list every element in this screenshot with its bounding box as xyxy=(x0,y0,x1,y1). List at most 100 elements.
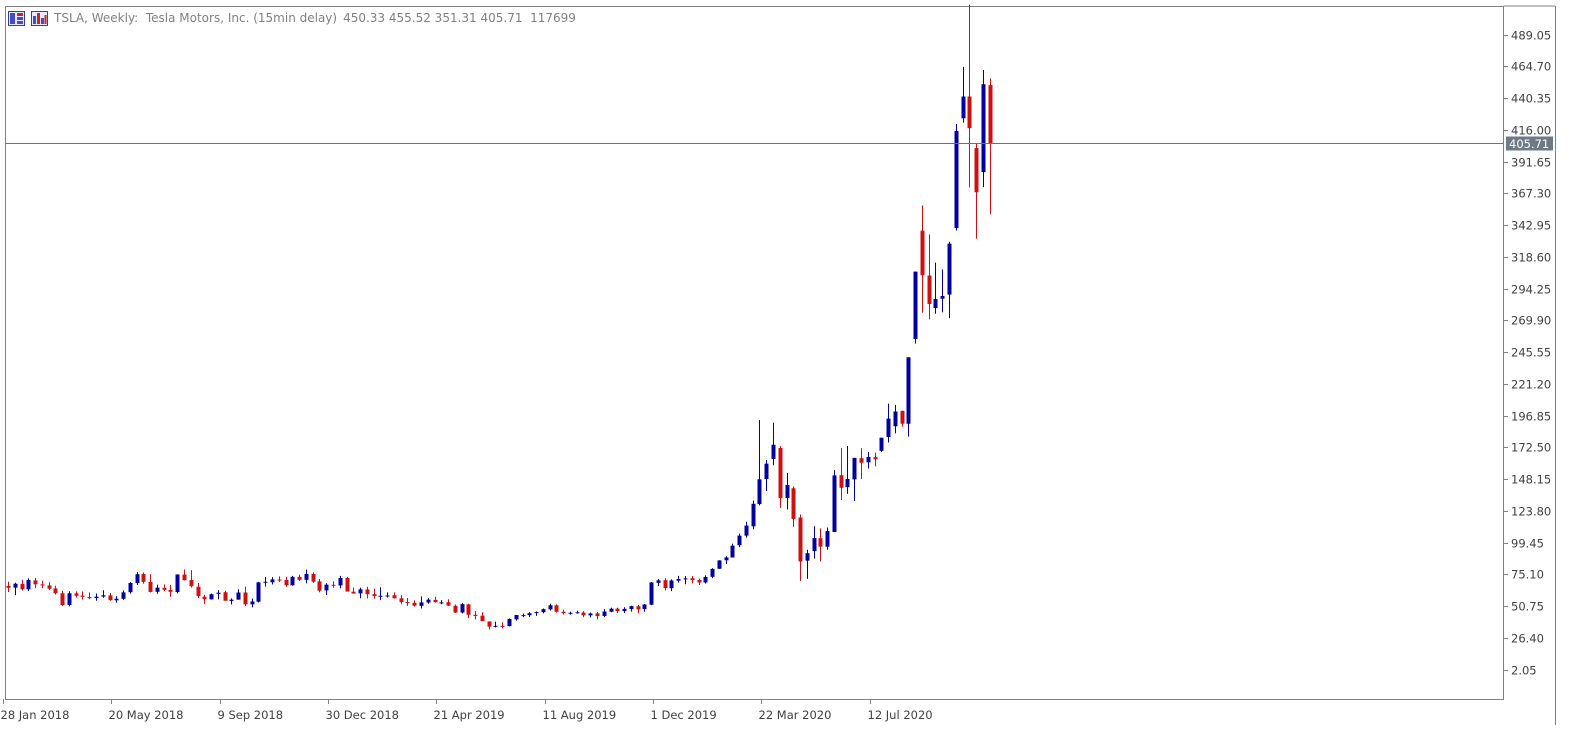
candle-body xyxy=(988,85,993,144)
candle xyxy=(229,598,234,605)
candle xyxy=(778,446,783,508)
candle xyxy=(575,610,580,614)
candle xyxy=(730,543,735,558)
candle-body xyxy=(615,608,620,612)
candle xyxy=(270,577,275,585)
indicators-icon[interactable] xyxy=(31,10,48,26)
candle xyxy=(947,241,952,319)
candle-body xyxy=(778,448,783,499)
candle-body xyxy=(121,592,126,599)
candle-body xyxy=(26,579,31,590)
candle-body xyxy=(209,594,214,600)
candle xyxy=(771,422,776,466)
candle xyxy=(189,570,194,588)
candle xyxy=(128,582,133,594)
candle xyxy=(13,582,18,596)
candle xyxy=(873,452,878,467)
chart-symbol-title: TSLA, Weekly: Tesla Motors, Inc. (15min … xyxy=(54,11,338,25)
chart-window[interactable]: 489.05 464.70 440.35 416.00 391.65 367.30 342.… xyxy=(0,0,1580,732)
candle xyxy=(33,578,38,589)
candle xyxy=(845,446,850,494)
time-tick-label: 28 Jan 2018 xyxy=(1,708,70,722)
candle xyxy=(121,590,126,600)
candle xyxy=(148,574,153,593)
price-tick-label: 148.15 xyxy=(1511,473,1551,487)
candle-body xyxy=(216,592,221,594)
candle-body xyxy=(446,602,451,606)
candle-body xyxy=(13,583,18,588)
candle xyxy=(175,574,180,594)
candle-body xyxy=(669,580,674,589)
candle-body xyxy=(331,584,336,586)
candle xyxy=(622,607,627,613)
candle-body xyxy=(20,583,25,590)
candle xyxy=(683,576,688,585)
candle-body xyxy=(602,611,607,616)
price-tick-label: 440.35 xyxy=(1511,92,1551,106)
candle xyxy=(724,556,729,565)
candle-body xyxy=(893,411,898,427)
candle xyxy=(426,598,431,604)
candle xyxy=(243,586,248,607)
candle-body xyxy=(270,579,275,583)
candle-body xyxy=(818,538,823,547)
candle xyxy=(656,579,661,586)
time-tick-label: 1 Dec 2019 xyxy=(651,708,717,722)
candle-body xyxy=(412,602,417,606)
candle xyxy=(493,621,498,628)
candle-body xyxy=(365,589,370,595)
candle-body xyxy=(148,581,153,592)
chart-window-icon[interactable] xyxy=(8,10,25,26)
candle-body xyxy=(832,475,837,532)
candle xyxy=(60,590,65,606)
candle-body xyxy=(101,595,106,597)
candle-body xyxy=(500,625,505,627)
candle-body xyxy=(900,410,905,424)
candle xyxy=(74,591,79,598)
candle xyxy=(818,528,823,562)
candle xyxy=(554,604,559,613)
candle xyxy=(764,460,769,492)
candle-body xyxy=(182,574,187,581)
candle xyxy=(561,609,566,615)
candle-body xyxy=(6,585,11,588)
candle-body xyxy=(798,517,803,562)
candle-body xyxy=(825,531,830,547)
candle xyxy=(473,610,478,620)
candle-body xyxy=(243,592,248,605)
candle-body xyxy=(812,538,817,552)
candle-body xyxy=(541,609,546,613)
candle xyxy=(588,612,593,618)
candle xyxy=(338,575,343,589)
candle xyxy=(521,613,526,618)
candle xyxy=(500,622,505,629)
candle-body xyxy=(663,580,668,589)
chart-ohlcv-values: 450.33 455.52 351.31 405.71 117699 xyxy=(343,11,576,25)
time-tick-label: 12 Jul 2020 xyxy=(868,708,933,722)
candle xyxy=(568,611,573,615)
candle xyxy=(798,514,803,581)
candle-body xyxy=(480,615,485,622)
candle xyxy=(967,4,972,188)
price-tick-label: 318.60 xyxy=(1511,251,1551,265)
candle-body xyxy=(568,612,573,614)
candle xyxy=(358,587,363,599)
candle xyxy=(399,594,404,605)
candle-body xyxy=(866,457,871,463)
candle-body xyxy=(47,585,52,589)
candle-body xyxy=(493,625,498,627)
candle-body xyxy=(737,535,742,546)
candle xyxy=(20,579,25,591)
candlestick-chart[interactable]: 489.05 464.70 440.35 416.00 391.65 367.30 342.… xyxy=(0,0,1580,732)
candle xyxy=(839,448,844,501)
candle-body xyxy=(114,598,119,601)
candle-body xyxy=(710,568,715,577)
price-tick-label: 196.85 xyxy=(1511,410,1551,424)
candle xyxy=(324,583,329,595)
candle xyxy=(927,234,932,320)
candle xyxy=(135,572,140,586)
chart-header: TSLA, Weekly: Tesla Motors, Inc. (15min … xyxy=(8,9,576,27)
candle xyxy=(757,420,762,506)
candle-body xyxy=(80,595,85,597)
candle xyxy=(378,587,383,601)
